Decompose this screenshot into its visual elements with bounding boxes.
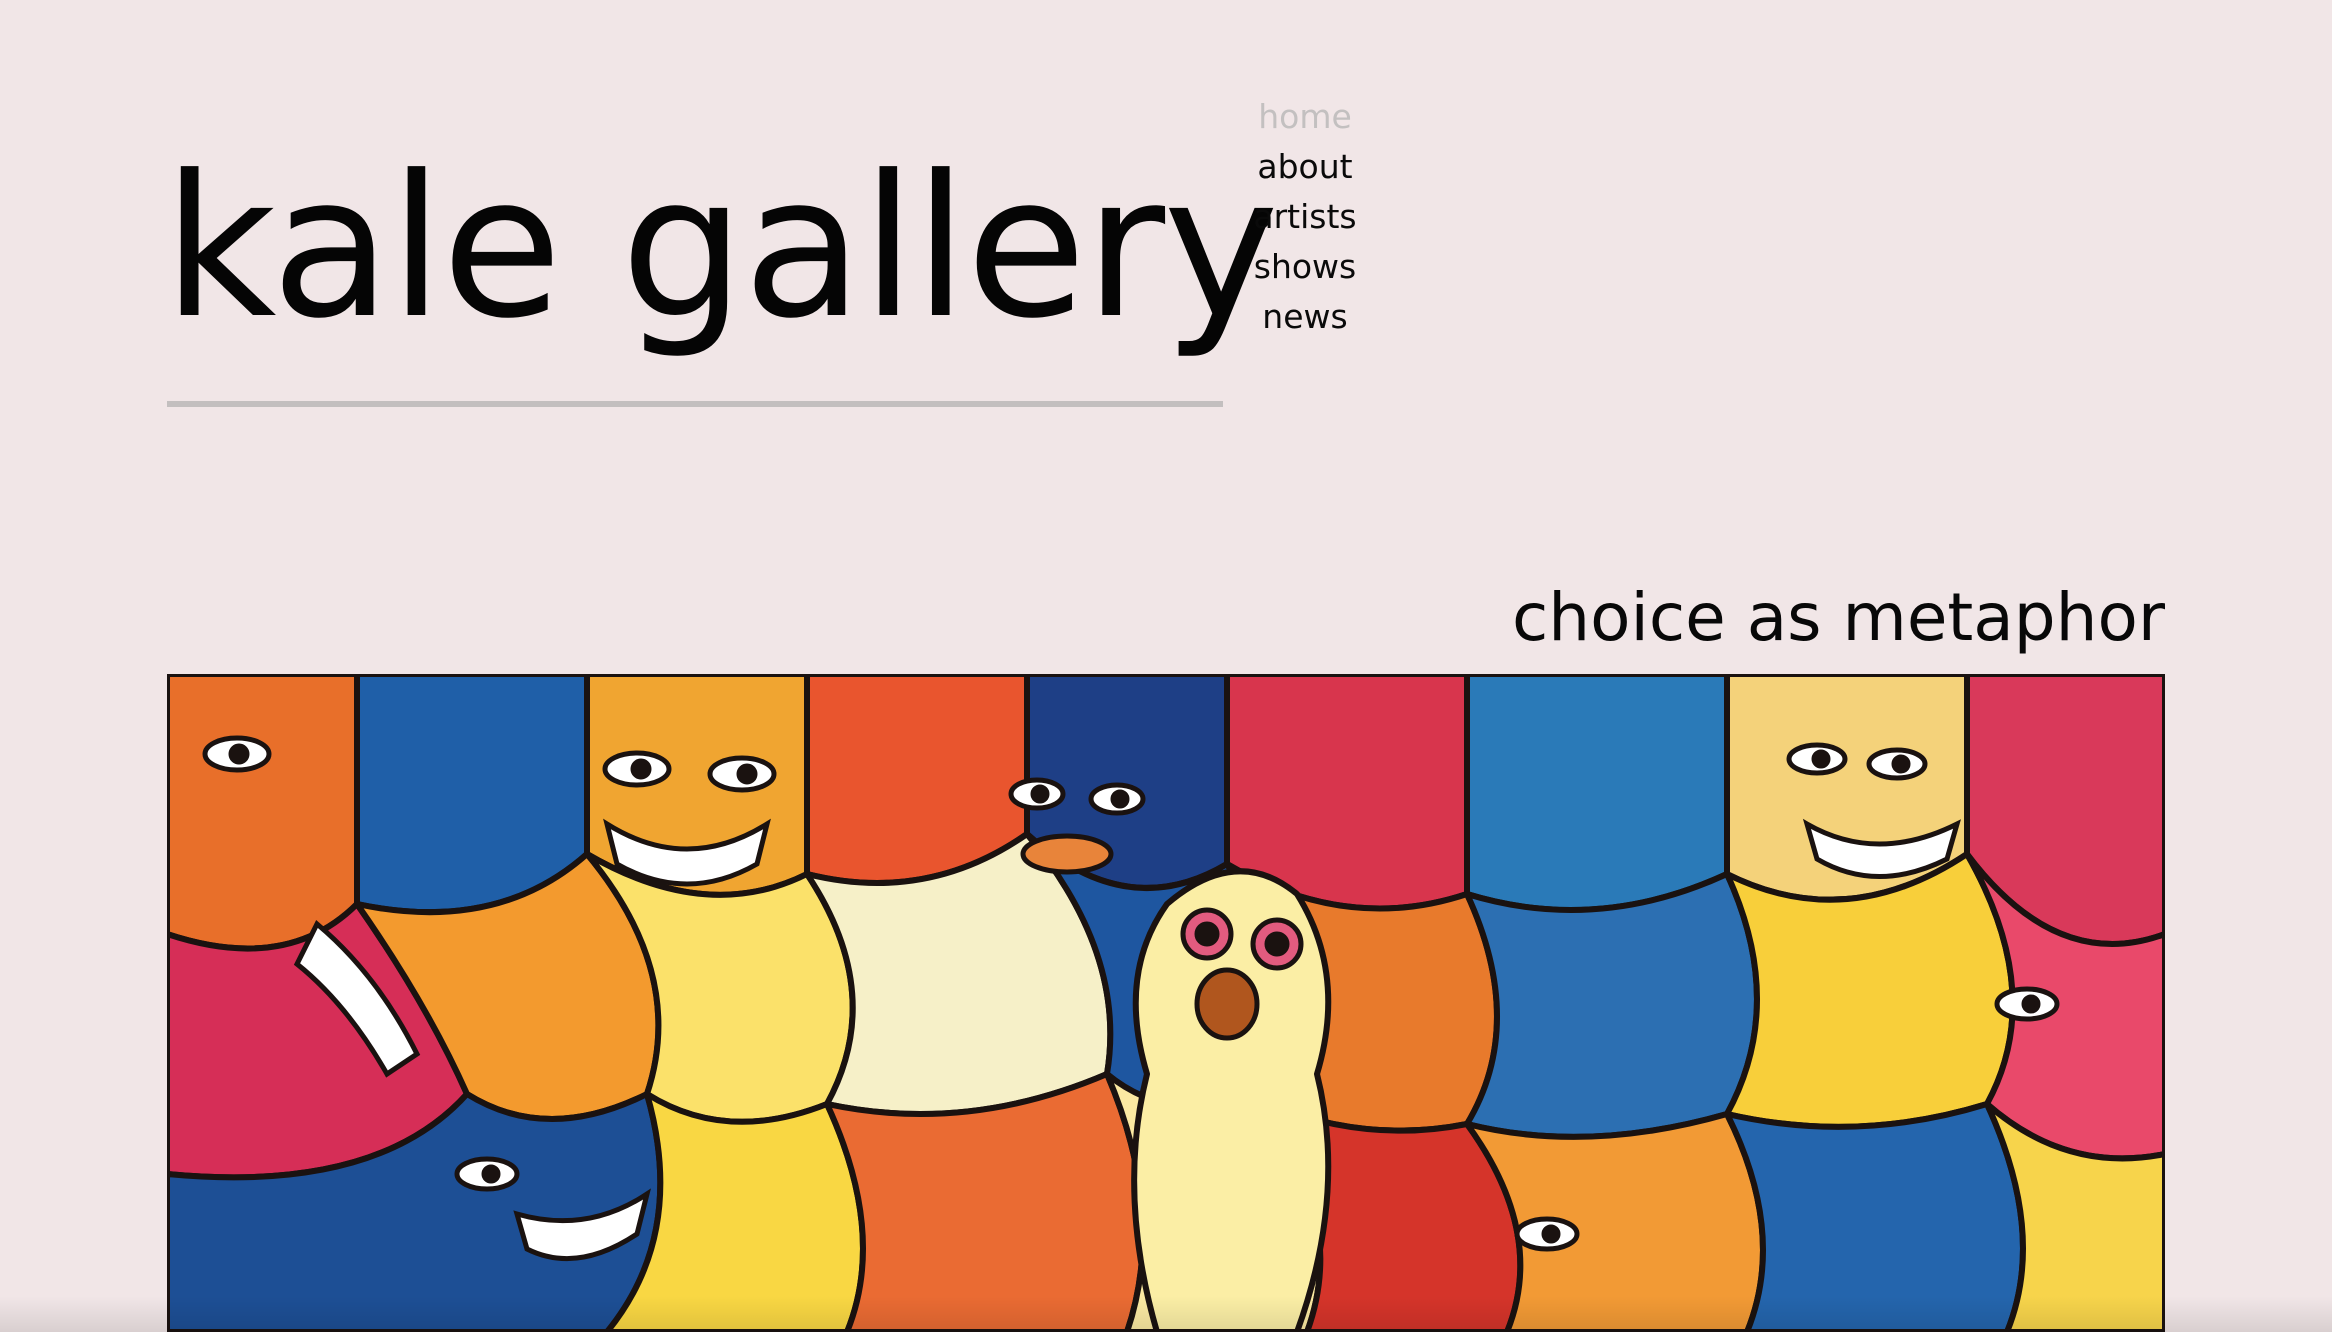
site-title[interactable]: kale gallery: [163, 150, 1279, 346]
nav-about[interactable]: about: [1230, 142, 1380, 192]
show-title[interactable]: choice as metaphor: [1512, 581, 2165, 655]
title-underline: [167, 401, 1223, 407]
main-nav: home about artists shows news: [1230, 92, 1380, 342]
featured-artwork[interactable]: [167, 674, 2165, 1332]
nav-shows[interactable]: shows: [1230, 242, 1380, 292]
nav-news[interactable]: news: [1230, 292, 1380, 342]
nav-artists[interactable]: artists: [1230, 192, 1380, 242]
artwork-painting: [167, 674, 2165, 1332]
nav-home[interactable]: home: [1230, 92, 1380, 142]
